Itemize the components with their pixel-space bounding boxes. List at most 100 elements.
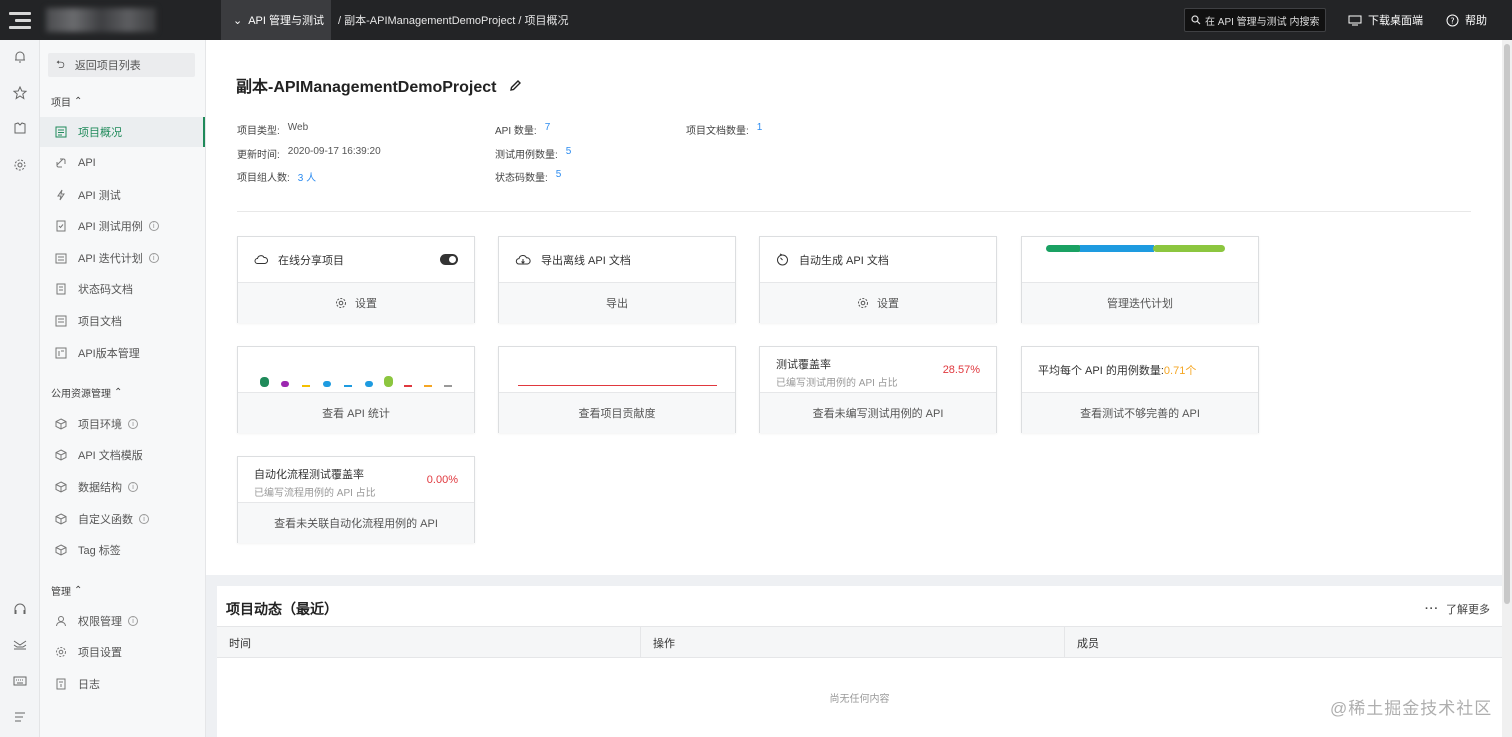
- watermark-text: @稀土掘金技术社区: [1330, 699, 1493, 718]
- caret-up-icon: ⌃: [114, 387, 123, 398]
- iteration-plan-card: 管理迭代计划: [1021, 236, 1259, 323]
- inbox-icon[interactable]: [0, 635, 40, 655]
- help-icon: ?: [1446, 14, 1459, 26]
- vertical-scrollbar[interactable]: [1502, 40, 1512, 737]
- share-online-card: 在线分享项目 设置: [237, 236, 475, 323]
- autogen-settings-button[interactable]: 设置: [760, 282, 996, 323]
- sidebar-item-env[interactable]: 项目环境 i: [40, 409, 205, 439]
- sidebar-item-doc-template[interactable]: API 文档模版: [40, 440, 205, 470]
- column-header-member[interactable]: 成员: [1065, 627, 1502, 658]
- sidebar-item-api-testcase[interactable]: API 测试用例 i: [40, 211, 205, 241]
- cloud-download-icon: [515, 254, 531, 264]
- view-incomplete-tests-button[interactable]: 查看测试不够完善的 API: [1022, 392, 1258, 433]
- settings-gear-icon[interactable]: [0, 155, 40, 175]
- link-icon: [54, 156, 68, 170]
- sidebar-item-label: API 迭代计划: [78, 253, 143, 265]
- module-switcher[interactable]: ⌄ API 管理与测试: [221, 0, 331, 40]
- menu-icon[interactable]: [0, 707, 40, 727]
- log-icon: [54, 677, 68, 691]
- mini-bar-9: [424, 385, 432, 387]
- search-input[interactable]: 在 API 管理与测试 内搜索: [1184, 8, 1326, 32]
- group-title-admin[interactable]: 管理 ⌃: [51, 583, 82, 598]
- meta-value[interactable]: 5: [556, 169, 562, 184]
- group-title-label: 管理: [51, 587, 71, 598]
- share-settings-button[interactable]: 设置: [238, 282, 474, 323]
- meta-value[interactable]: 7: [545, 122, 551, 137]
- meta-doc-count: 项目文档数量: 1: [686, 122, 762, 137]
- auto-flow-coverage-card: 自动化流程测试覆盖率 已编写流程用例的 API 占比 0.00% 查看未关联自动…: [237, 456, 475, 543]
- sidebar-item-custom-function[interactable]: 自定义函数 i: [40, 504, 205, 534]
- sidebar-item-status-doc[interactable]: 状态码文档: [40, 274, 205, 304]
- sidebar-item-tags[interactable]: Tag 标签: [40, 535, 205, 565]
- sidebar-item-api-test[interactable]: API 测试: [40, 180, 205, 210]
- headset-icon[interactable]: [0, 599, 40, 619]
- mini-bar-8: [404, 385, 412, 387]
- sidebar-item-overview[interactable]: 项目概况: [40, 117, 205, 147]
- sidebar-item-label: 项目设置: [78, 647, 122, 659]
- share-toggle[interactable]: [440, 254, 458, 265]
- plan-icon: [54, 251, 68, 265]
- gear-icon: [336, 298, 346, 308]
- card-subtitle: 已编写流程用例的 API 占比: [254, 488, 376, 499]
- sidebar-item-label: API 测试用例: [78, 221, 143, 233]
- sidebar-item-api-plan[interactable]: API 迭代计划 i: [40, 243, 205, 273]
- sidebar-item-label: API版本管理: [78, 348, 140, 360]
- sidebar-item-api[interactable]: API: [40, 148, 205, 178]
- group-title-shared-resources[interactable]: 公用资源管理 ⌃: [51, 385, 122, 400]
- project-activity-panel: 项目动态（最近） ··· 了解更多 时间 操作 成员 尚无任何内容: [217, 586, 1502, 737]
- chevron-down-icon: ⌄: [233, 14, 243, 27]
- sidebar-item-log[interactable]: 日志: [40, 669, 205, 699]
- sidebar-item-project-doc[interactable]: 项目文档: [40, 306, 205, 336]
- view-api-stats-button[interactable]: 查看 API 统计: [238, 392, 474, 433]
- sidebar-item-label: 自定义函数: [78, 514, 133, 526]
- info-icon[interactable]: i: [128, 616, 138, 626]
- back-to-projects-button[interactable]: ⮌ 返回项目列表: [48, 53, 195, 77]
- ellipsis-icon: ···: [1425, 603, 1439, 615]
- sidebar-item-permissions[interactable]: 权限管理 i: [40, 606, 205, 636]
- download-desktop-button[interactable]: 下载桌面端: [1348, 0, 1423, 40]
- sidebar-item-label: 项目文档: [78, 316, 122, 328]
- empty-state-text: 尚无任何内容: [829, 694, 890, 705]
- card-title: 自动化流程测试覆盖率: [254, 469, 364, 481]
- help-button[interactable]: ? 帮助: [1446, 0, 1487, 40]
- view-contribution-button[interactable]: 查看项目贡献度: [499, 392, 735, 433]
- meta-value: 2020-09-17 16:39:20: [287, 146, 381, 157]
- info-icon[interactable]: i: [148, 221, 159, 231]
- api-stats-mini-chart: [260, 376, 452, 387]
- shirt-icon[interactable]: [0, 118, 40, 138]
- group-title-project[interactable]: 项目 ⌃: [51, 94, 82, 109]
- star-icon[interactable]: [0, 83, 40, 103]
- card-subtitle: 已编写测试用例的 API 占比: [776, 378, 898, 389]
- export-button[interactable]: 导出: [499, 282, 735, 323]
- bell-icon[interactable]: [0, 47, 40, 67]
- info-icon[interactable]: i: [148, 253, 159, 263]
- info-icon[interactable]: i: [139, 514, 149, 524]
- sidebar-item-label: Tag 标签: [78, 545, 121, 557]
- keyboard-icon[interactable]: [0, 671, 40, 691]
- svg-text:?: ?: [1450, 16, 1454, 25]
- info-icon[interactable]: i: [128, 419, 138, 429]
- view-unlinked-flow-api-button[interactable]: 查看未关联自动化流程用例的 API: [238, 502, 474, 543]
- meta-label: 项目组人数:: [237, 173, 290, 184]
- learn-more-link[interactable]: ··· 了解更多: [1425, 601, 1490, 617]
- meta-label: 项目文档数量:: [686, 126, 749, 137]
- edit-pencil-icon[interactable]: [509, 79, 522, 92]
- info-icon[interactable]: i: [128, 482, 138, 492]
- cube-icon: [54, 417, 68, 431]
- top-bar: ⌄ API 管理与测试 / 副本-APIManagementDemoProjec…: [0, 0, 1512, 40]
- meta-value[interactable]: 3 人: [298, 169, 316, 184]
- scrollbar-thumb[interactable]: [1504, 44, 1510, 604]
- view-untested-api-button[interactable]: 查看未编写测试用例的 API: [760, 392, 996, 433]
- sidebar-item-api-version[interactable]: API版本管理: [40, 338, 205, 368]
- cube-icon: [54, 448, 68, 462]
- search-icon: [1191, 15, 1201, 25]
- breadcrumb-text: / 副本-APIManagementDemoProject / 项目概况: [338, 15, 569, 27]
- meta-value[interactable]: 1: [757, 122, 763, 137]
- app-logo-icon[interactable]: [0, 0, 40, 40]
- manage-iteration-button[interactable]: 管理迭代计划: [1022, 282, 1258, 323]
- meta-value[interactable]: 5: [566, 146, 572, 161]
- column-header-operation[interactable]: 操作: [641, 627, 1065, 658]
- sidebar-item-project-settings[interactable]: 项目设置: [40, 637, 205, 667]
- sidebar-item-data-structure[interactable]: 数据结构 i: [40, 472, 205, 502]
- column-header-time[interactable]: 时间: [217, 627, 641, 658]
